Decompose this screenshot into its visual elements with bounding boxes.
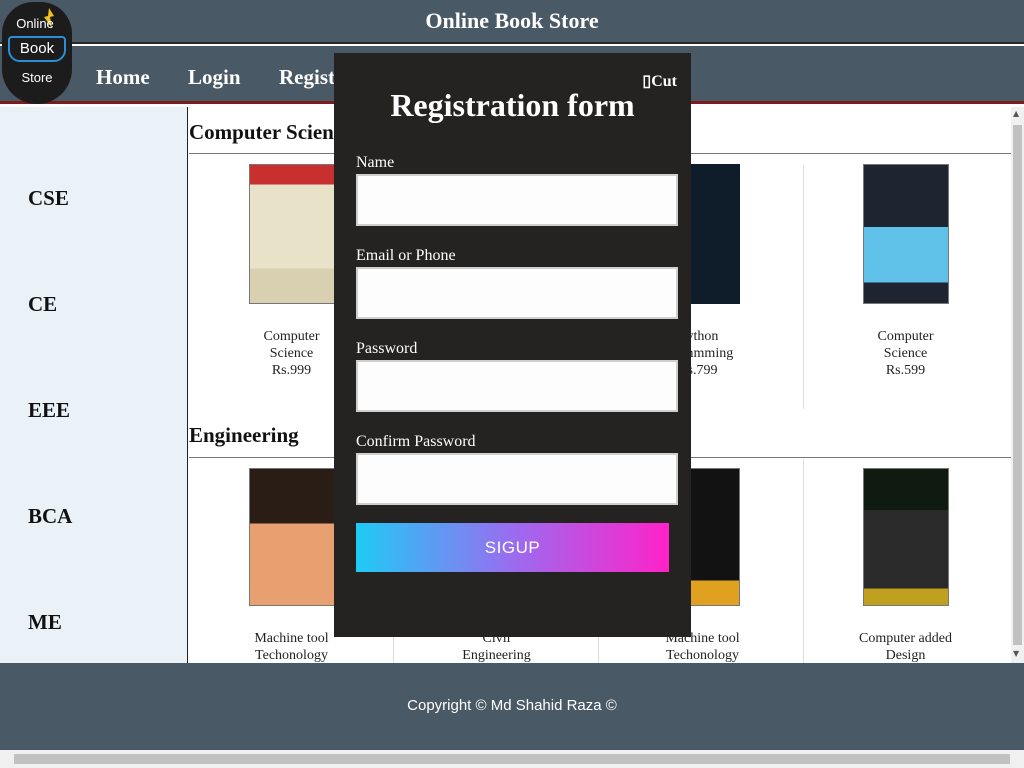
category-sidebar: CSE CE EEE BCA ME — [0, 107, 188, 663]
book-cover — [248, 468, 335, 606]
site-title: Online Book Store — [425, 8, 599, 33]
sidebar-item-eee[interactable]: EEE — [28, 398, 70, 423]
scrollbar-thumb[interactable] — [14, 754, 1010, 764]
signup-button[interactable]: SIGUP — [356, 523, 669, 572]
nav-home[interactable]: Home — [96, 65, 150, 90]
book-cover — [862, 468, 949, 606]
modal-title: Registration form — [390, 87, 635, 123]
book-card[interactable]: Computer Science Rs.599 — [803, 164, 1008, 379]
book-title: Computer added Design — [859, 631, 952, 663]
book-price: Rs.599 — [885, 363, 926, 378]
sidebar-item-me[interactable]: ME — [28, 610, 62, 635]
scroll-down-icon[interactable]: ▼ — [1013, 649, 1019, 658]
horizontal-scrollbar[interactable] — [0, 750, 1024, 768]
confirm-password-label: Confirm Password — [356, 433, 476, 450]
scrollbar-thumb[interactable] — [1013, 125, 1022, 645]
book-cover — [862, 164, 949, 304]
logo-line-2: Book — [19, 40, 55, 57]
sidebar-item-ce[interactable]: CE — [28, 292, 57, 317]
sidebar-item-cse[interactable]: CSE — [28, 186, 69, 211]
section-title-engineering: Engineering — [189, 423, 299, 447]
top-header: Online Book Store — [0, 0, 1024, 44]
registration-modal: ▯Cut Registration form Name Email or Pho… — [334, 53, 691, 637]
section-title-computer-science: Computer Science — [189, 120, 353, 144]
password-label: Password — [356, 340, 418, 357]
site-logo[interactable]: Online Book Store — [2, 2, 72, 104]
book-card[interactable]: Computer added Design — [803, 468, 1008, 663]
email-phone-input[interactable] — [356, 267, 678, 319]
book-cover — [248, 164, 335, 304]
name-label: Name — [356, 154, 395, 171]
sidebar-item-bca[interactable]: BCA — [28, 504, 72, 529]
copyright-text: Copyright © Md Shahid Raza © — [407, 697, 617, 714]
vertical-scrollbar[interactable]: ▲ ▼ — [1011, 107, 1024, 663]
logo-line-1: Online — [16, 16, 54, 31]
scroll-up-icon[interactable]: ▲ — [1013, 109, 1019, 118]
confirm-password-input[interactable] — [356, 453, 678, 505]
name-input[interactable] — [356, 174, 678, 226]
logo-line-3: Store — [21, 70, 53, 85]
nav-login[interactable]: Login — [188, 65, 241, 90]
email-phone-label: Email or Phone — [356, 247, 456, 264]
book-title: Computer Science — [877, 329, 934, 361]
page-footer: Copyright © Md Shahid Raza © — [0, 663, 1024, 750]
password-input[interactable] — [356, 360, 678, 412]
